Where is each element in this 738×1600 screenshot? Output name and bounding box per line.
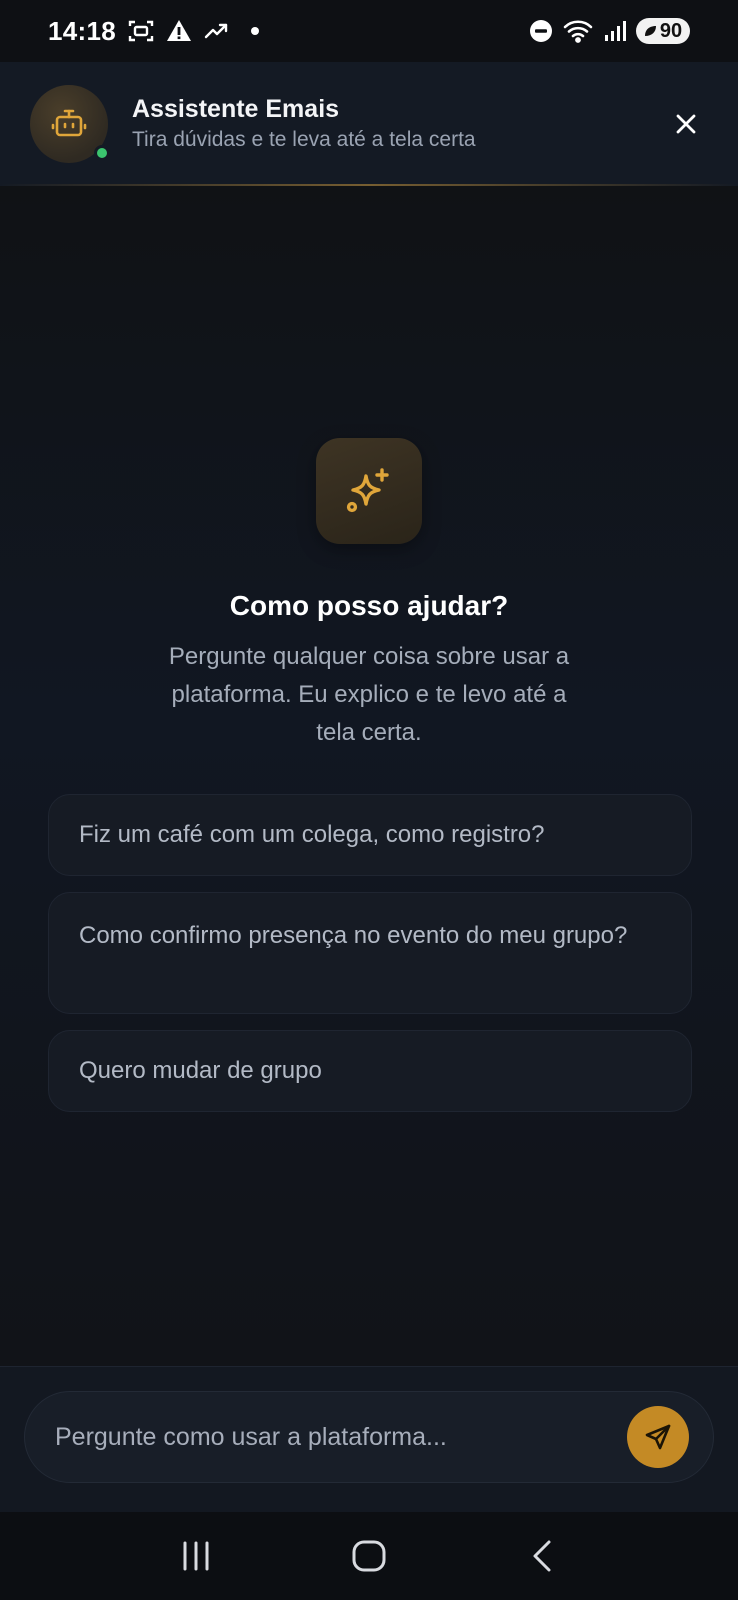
chat-body: Como posso ajudar? Pergunte qualquer coi… [0,186,738,1366]
status-time: 14:18 [48,15,116,46]
screen: 14:18 90 Assistente Emais Tira dúvidas e… [0,0,738,1600]
wifi-icon [562,18,594,44]
composer [0,1366,738,1512]
header-text: Assistente Emais Tira dúvidas e te leva … [132,93,664,155]
warning-icon [166,18,192,44]
system-nav-bar [0,1512,738,1600]
message-input[interactable] [55,1422,627,1452]
status-right: 90 [528,18,690,44]
recent-apps-button[interactable] [166,1526,226,1586]
suggestion-chip[interactable]: Fiz um café com um colega, como registro… [48,794,692,876]
welcome-description: Pergunte qualquer coisa sobre usar a pla… [168,643,570,746]
welcome-title: Como posso ajudar? [229,590,509,621]
sparkles-badge [316,438,422,544]
send-button[interactable] [627,1406,689,1468]
status-bar: 14:18 90 [0,0,738,62]
assistant-description: Tira dúvidas e te leva até a tela certa [132,128,476,151]
suggestion-chip[interactable]: Quero mudar de grupo [48,1030,692,1112]
status-left: 14:18 [48,16,268,47]
suggestion-list: Fiz um café com um colega, como registro… [48,794,692,1128]
battery-leaf-icon [644,26,656,36]
back-icon [533,1540,551,1572]
assistant-avatar [30,85,110,163]
notification-dot-icon [242,18,268,44]
close-icon [676,114,696,134]
screenshot-icon [128,18,154,44]
assistant-name: Assistente Emais [132,95,340,123]
close-button[interactable] [664,102,708,146]
home-icon [352,1540,386,1572]
robot-icon [51,109,87,137]
sparkles-icon [346,468,389,513]
signal-icon [602,18,628,44]
send-icon [645,1424,671,1450]
battery-level: 90 [659,19,683,42]
online-status-dot [94,145,110,161]
trending-up-icon [204,18,230,44]
chat-header: Assistente Emais Tira dúvidas e te leva … [0,62,738,186]
do-not-disturb-icon [528,18,554,44]
back-button[interactable] [512,1526,572,1586]
suggestion-chip[interactable]: Como confirmo presença no evento do meu … [48,892,692,1014]
message-input-box [24,1391,714,1483]
battery-indicator: 90 [636,18,690,44]
recent-apps-icon [183,1541,209,1571]
home-button[interactable] [339,1526,399,1586]
